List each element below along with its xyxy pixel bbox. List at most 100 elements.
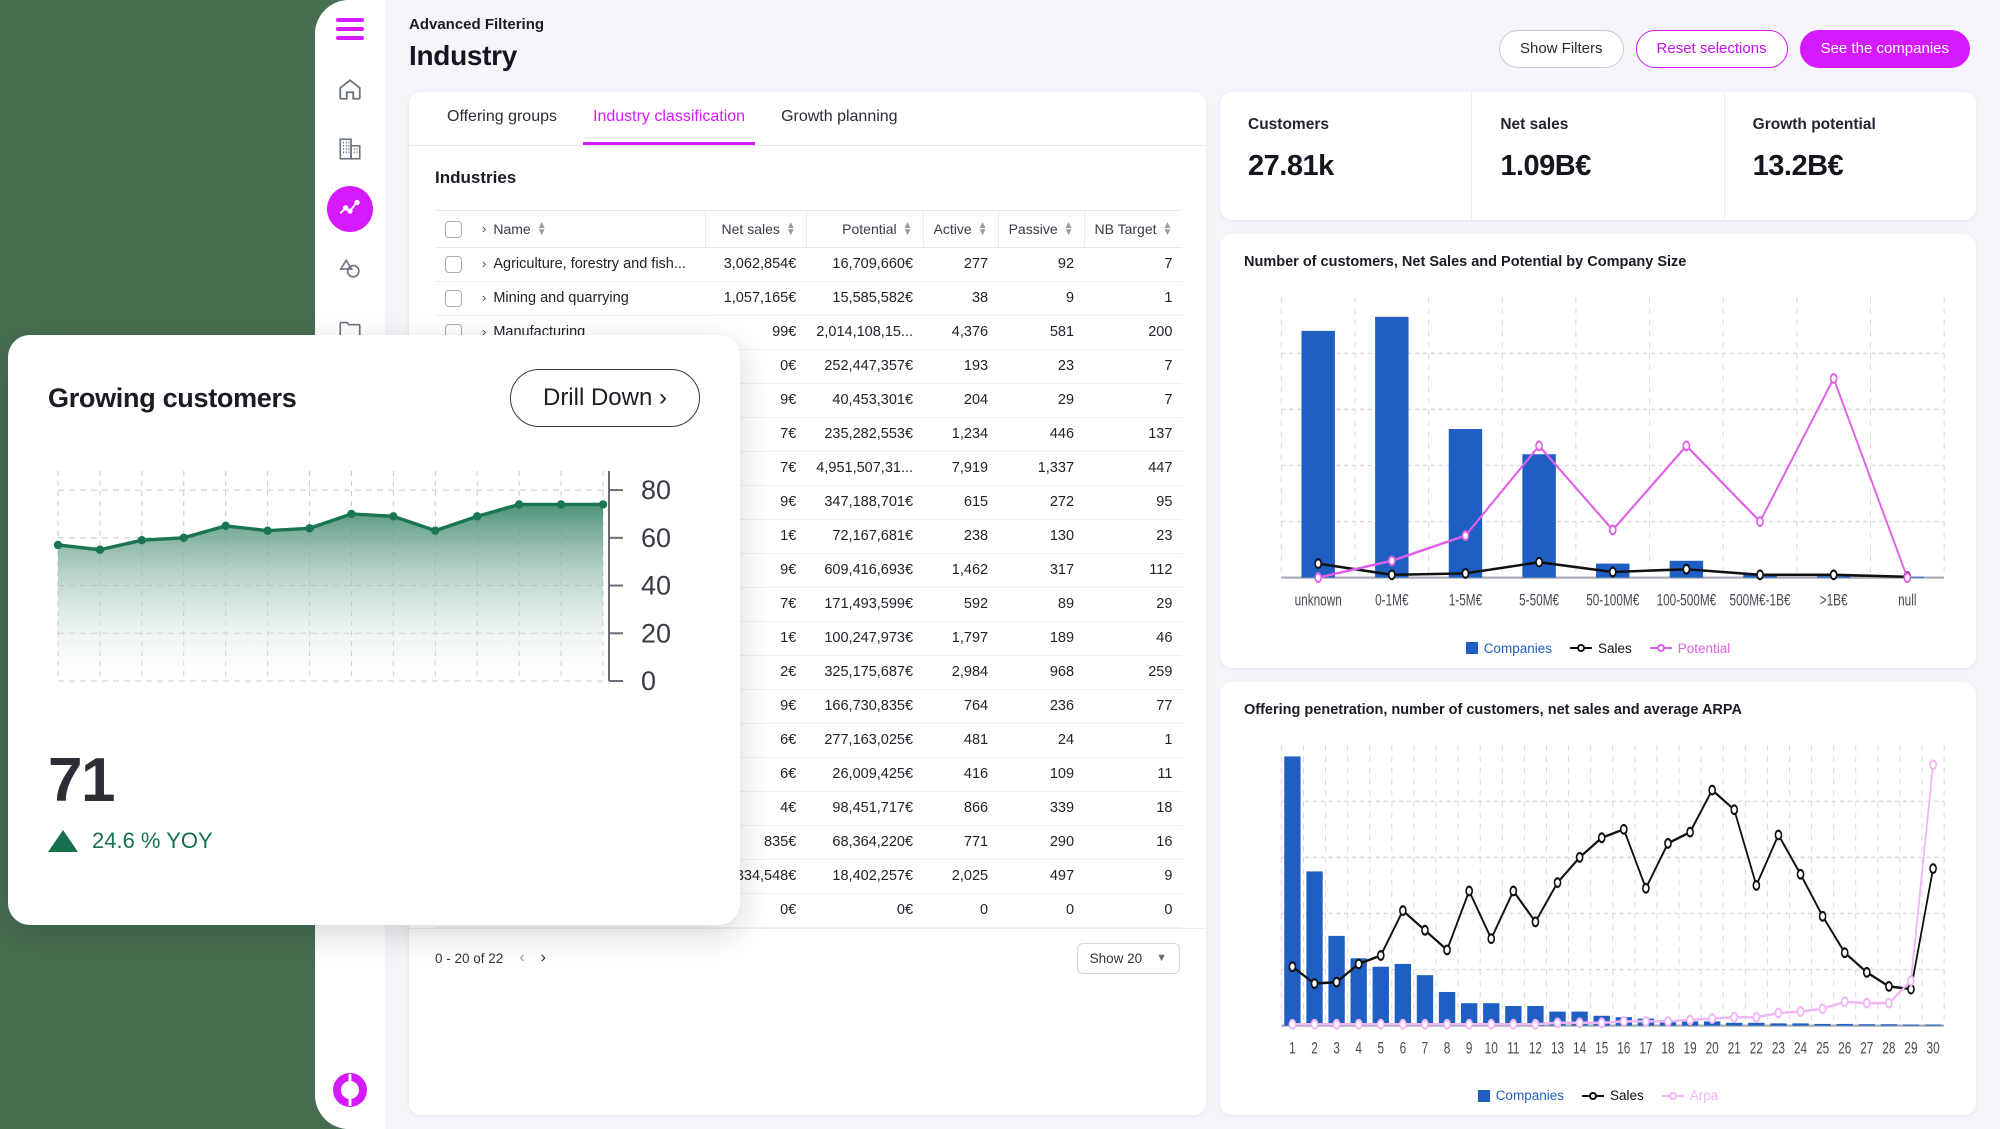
data-point[interactable] bbox=[1708, 1012, 1716, 1024]
data-point[interactable] bbox=[1354, 957, 1363, 969]
data-point[interactable] bbox=[389, 512, 398, 521]
sort-icon[interactable]: ▲ ▼ bbox=[978, 220, 988, 237]
legend-item[interactable]: Sales bbox=[1569, 641, 1632, 656]
data-point[interactable] bbox=[1575, 851, 1584, 863]
bar[interactable] bbox=[1372, 966, 1389, 1026]
bar[interactable] bbox=[1924, 1023, 1942, 1026]
bar[interactable] bbox=[1448, 429, 1483, 578]
legend-item[interactable]: Potential bbox=[1649, 641, 1730, 656]
data-point[interactable] bbox=[1774, 828, 1783, 840]
bar[interactable] bbox=[1394, 963, 1412, 1026]
data-point[interactable] bbox=[1461, 567, 1470, 579]
expand-row-icon[interactable]: › bbox=[482, 290, 486, 305]
data-point[interactable] bbox=[514, 500, 524, 509]
data-point[interactable] bbox=[1730, 803, 1739, 815]
data-point[interactable] bbox=[1686, 826, 1694, 838]
bar[interactable] bbox=[1301, 330, 1335, 578]
data-point[interactable] bbox=[347, 509, 356, 519]
data-point[interactable] bbox=[1608, 566, 1617, 578]
sidebar-item-analytics[interactable] bbox=[327, 186, 373, 232]
bar[interactable] bbox=[1748, 1022, 1765, 1026]
bar[interactable] bbox=[1416, 974, 1434, 1026]
data-point[interactable] bbox=[1619, 1015, 1628, 1027]
expand-row-icon[interactable]: › bbox=[482, 256, 486, 271]
data-point[interactable] bbox=[1531, 1018, 1540, 1030]
data-point[interactable] bbox=[1642, 1015, 1650, 1027]
bar[interactable] bbox=[1814, 1023, 1831, 1026]
data-point[interactable] bbox=[221, 521, 230, 531]
data-point[interactable] bbox=[1310, 1018, 1319, 1030]
data-point[interactable] bbox=[1642, 882, 1650, 894]
sort-icon[interactable]: ▲ ▼ bbox=[537, 220, 547, 237]
sidebar-item-segments[interactable] bbox=[327, 246, 373, 292]
select-all-checkbox[interactable] bbox=[445, 220, 462, 238]
data-point[interactable] bbox=[1553, 876, 1562, 888]
data-point[interactable] bbox=[556, 500, 566, 509]
company-size-chart[interactable]: unknown 0-1M€ 1-5M€ 5-50M€ 50-100M€ 100-500M€… bbox=[1244, 286, 1952, 637]
see-companies-button[interactable]: See the companies bbox=[1799, 30, 1970, 68]
prev-page-button[interactable]: ‹ bbox=[519, 949, 524, 967]
data-point[interactable] bbox=[1575, 1016, 1584, 1028]
data-point[interactable] bbox=[1903, 572, 1912, 584]
data-point[interactable] bbox=[1465, 885, 1473, 896]
data-point[interactable] bbox=[137, 536, 147, 545]
data-point[interactable] bbox=[1774, 1007, 1783, 1018]
data-point[interactable] bbox=[1752, 1011, 1761, 1023]
data-point[interactable] bbox=[1354, 1018, 1363, 1030]
data-point[interactable] bbox=[1399, 904, 1407, 916]
tab-growth-planning[interactable]: Growth planning bbox=[763, 92, 916, 145]
data-point[interactable] bbox=[1421, 924, 1429, 936]
data-point[interactable] bbox=[1288, 1018, 1297, 1030]
data-point[interactable] bbox=[1597, 1016, 1606, 1028]
data-point[interactable] bbox=[1829, 569, 1838, 581]
data-point[interactable] bbox=[1535, 440, 1543, 452]
data-point[interactable] bbox=[1597, 831, 1606, 843]
data-point[interactable] bbox=[1818, 1002, 1827, 1014]
data-point[interactable] bbox=[1664, 1015, 1672, 1027]
table-row[interactable]: › Mining and quarrying 1,057,165€ 15,585,58… bbox=[435, 281, 1183, 316]
data-point[interactable] bbox=[1756, 569, 1764, 581]
bar[interactable] bbox=[1836, 1023, 1853, 1026]
data-point[interactable] bbox=[1752, 879, 1761, 891]
data-point[interactable] bbox=[1682, 563, 1691, 575]
data-point[interactable] bbox=[1509, 885, 1518, 896]
menu-icon[interactable] bbox=[336, 18, 364, 40]
data-point[interactable] bbox=[1686, 1014, 1694, 1025]
show-filters-button[interactable]: Show Filters bbox=[1498, 30, 1624, 68]
data-point[interactable] bbox=[1314, 558, 1323, 570]
data-point[interactable] bbox=[1829, 373, 1838, 384]
data-point[interactable] bbox=[1465, 1018, 1473, 1030]
column-header-net-sales[interactable]: Net sales ▲ ▼ bbox=[705, 210, 807, 248]
data-point[interactable] bbox=[1314, 572, 1323, 584]
data-point[interactable] bbox=[1682, 440, 1691, 452]
data-point[interactable] bbox=[1421, 1018, 1429, 1030]
data-point[interactable] bbox=[1708, 784, 1716, 796]
sort-icon[interactable]: ▲ ▼ bbox=[1064, 220, 1074, 237]
data-point[interactable] bbox=[431, 526, 440, 535]
next-page-button[interactable]: › bbox=[541, 949, 546, 967]
data-point[interactable] bbox=[598, 500, 608, 509]
sort-icon[interactable]: ▲ ▼ bbox=[1163, 220, 1173, 237]
data-point[interactable] bbox=[1509, 1018, 1518, 1030]
sidebar-item-home[interactable] bbox=[327, 66, 373, 112]
data-point[interactable] bbox=[1461, 530, 1470, 542]
data-point[interactable] bbox=[95, 545, 105, 554]
bar[interactable] bbox=[1902, 1023, 1920, 1026]
data-point[interactable] bbox=[1487, 932, 1496, 944]
bar[interactable] bbox=[1375, 316, 1409, 578]
data-point[interactable] bbox=[1619, 823, 1628, 835]
column-header-potential[interactable]: Potential ▲ ▼ bbox=[805, 210, 924, 248]
data-point[interactable] bbox=[1885, 980, 1893, 992]
data-point[interactable] bbox=[1796, 868, 1805, 880]
row-checkbox[interactable] bbox=[445, 255, 462, 273]
reset-selections-button[interactable]: Reset selections bbox=[1635, 30, 1788, 68]
data-point[interactable] bbox=[1376, 1018, 1385, 1030]
bar[interactable] bbox=[1858, 1023, 1875, 1026]
data-point[interactable] bbox=[1531, 915, 1540, 927]
data-point[interactable] bbox=[1840, 995, 1849, 1007]
data-point[interactable] bbox=[1376, 949, 1385, 961]
data-point[interactable] bbox=[1443, 943, 1451, 955]
data-point[interactable] bbox=[1443, 1018, 1451, 1030]
data-point[interactable] bbox=[1332, 976, 1341, 988]
data-point[interactable] bbox=[1818, 910, 1827, 922]
